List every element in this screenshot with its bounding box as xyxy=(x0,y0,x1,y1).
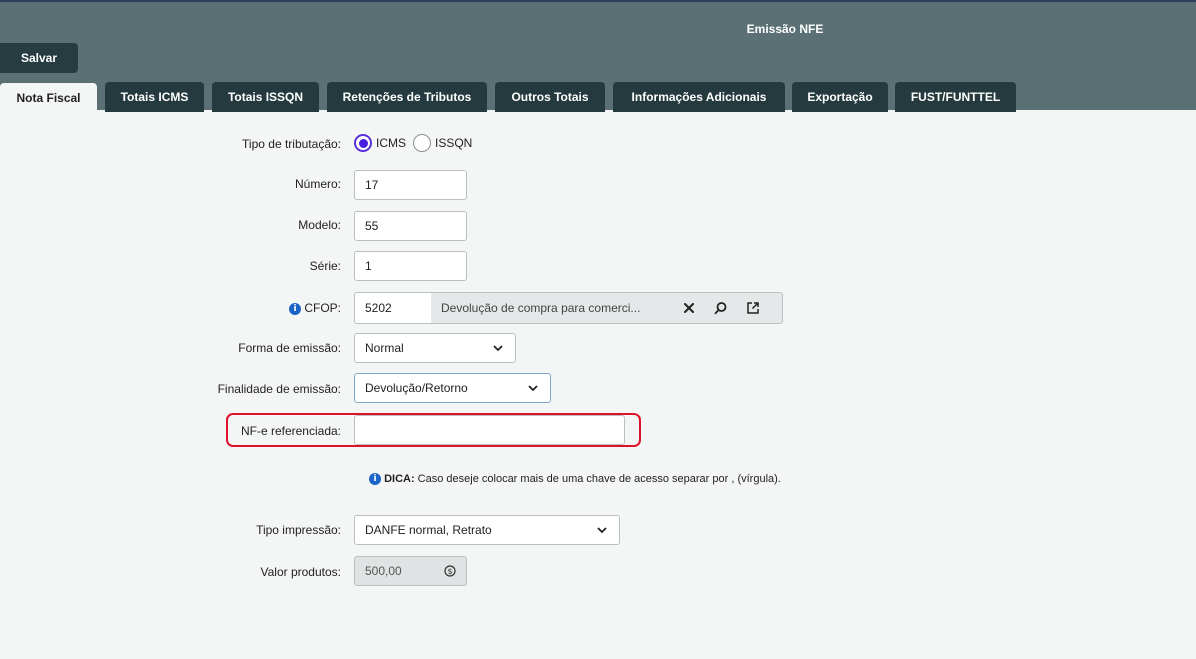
valor-produtos-label: Valor produtos: xyxy=(260,565,342,579)
tab-totais-icms[interactable]: Totais ICMS xyxy=(105,82,204,112)
forma-emissao-select[interactable]: Normal xyxy=(354,333,516,363)
modelo-input[interactable]: 55 xyxy=(354,211,467,241)
info-icon[interactable]: i xyxy=(288,302,301,315)
valor-produtos-value: 500,00 xyxy=(365,564,402,578)
tipo-impressao-select[interactable]: DANFE normal, Retrato xyxy=(354,515,620,545)
radio-issqn[interactable]: ISSQN xyxy=(413,134,472,152)
numero-label: Número: xyxy=(294,177,341,191)
numero-input[interactable]: 17 xyxy=(354,170,467,200)
tab-retencoes-tributos[interactable]: Retenções de Tributos xyxy=(327,82,487,112)
forma-emissao-value: Normal xyxy=(365,341,404,355)
chevron-down-icon xyxy=(597,527,607,534)
currency-icon: $ xyxy=(444,565,456,577)
cfop-code-input[interactable]: 5202 xyxy=(354,292,432,324)
chevron-down-icon xyxy=(528,385,538,392)
radio-issqn-indicator[interactable] xyxy=(413,134,431,152)
finalidade-emissao-value: Devolução/Retorno xyxy=(365,381,468,395)
tab-totais-issqn[interactable]: Totais ISSQN xyxy=(212,82,319,112)
tab-informacoes-adicionais[interactable]: Informações Adicionais xyxy=(613,82,785,112)
tipo-impressao-value: DANFE normal, Retrato xyxy=(365,523,492,537)
search-icon[interactable] xyxy=(713,300,729,316)
modelo-label: Modelo: xyxy=(298,218,341,232)
tab-exportacao[interactable]: Exportação xyxy=(792,82,888,112)
nfe-referenciada-input[interactable] xyxy=(354,415,625,445)
cfop-label-wrap: i CFOP: xyxy=(288,301,341,315)
serie-label: Série: xyxy=(309,259,341,273)
cfop-label: CFOP: xyxy=(304,301,341,315)
tipo-impressao-label: Tipo impressão: xyxy=(256,523,341,537)
tab-fust-funttel[interactable]: FUST/FUNTTEL xyxy=(895,82,1016,112)
radio-issqn-label: ISSQN xyxy=(435,136,473,150)
window-title: Emissão NFE xyxy=(746,22,824,36)
svg-text:$: $ xyxy=(447,567,452,576)
radio-icms[interactable]: ICMS xyxy=(354,134,406,152)
tab-nota-fiscal[interactable]: Nota Fiscal xyxy=(0,83,97,113)
dica-tip: i DICA: Caso deseje colocar mais de uma … xyxy=(369,473,781,486)
finalidade-emissao-select[interactable]: Devolução/Retorno xyxy=(354,373,551,403)
valor-produtos-input: 500,00 $ xyxy=(354,556,467,586)
save-button[interactable]: Salvar xyxy=(0,43,78,73)
radio-icms-label: ICMS xyxy=(376,136,406,150)
dica-prefix: DICA: xyxy=(384,473,415,485)
clear-icon[interactable] xyxy=(681,300,697,316)
serie-input[interactable]: 1 xyxy=(354,251,467,281)
chevron-down-icon xyxy=(493,345,503,352)
header-bar: Emissão NFE Salvar Nota Fiscal Totais IC… xyxy=(0,0,1196,113)
external-link-icon[interactable] xyxy=(745,300,761,316)
dica-text: Caso deseje colocar mais de uma chave de… xyxy=(414,473,781,485)
tipo-tributacao-label: Tipo de tributação: xyxy=(242,137,341,151)
tab-outros-totais[interactable]: Outros Totais xyxy=(495,82,605,112)
finalidade-emissao-label: Finalidade de emissão: xyxy=(217,382,341,396)
cfop-description: Devolução de compra para comerci... xyxy=(431,292,783,324)
nfe-referenciada-label: NF-e referenciada: xyxy=(240,424,341,438)
info-icon: i xyxy=(369,473,381,486)
forma-emissao-label: Forma de emissão: xyxy=(238,341,341,355)
radio-icms-indicator[interactable] xyxy=(354,134,372,152)
